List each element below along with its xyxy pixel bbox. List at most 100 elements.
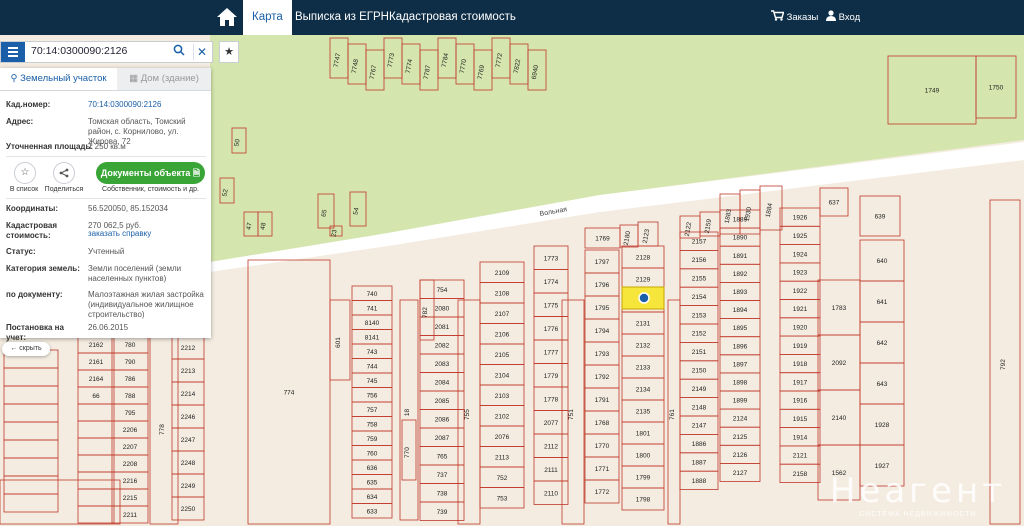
parcel-boundary[interactable] — [3, 493, 59, 513]
parcel-number: 1915 — [793, 416, 808, 423]
land-plot-icon: ⚲ — [10, 73, 18, 84]
favorite-star-button[interactable]: ★ — [219, 41, 239, 63]
parcel-number: 780 — [125, 342, 136, 349]
share-icon[interactable] — [53, 162, 75, 184]
cad-number-value[interactable]: 70:14:0300090:2126 — [88, 100, 206, 110]
parcel-number: 2213 — [181, 368, 196, 375]
login-label: Вход — [838, 12, 861, 23]
status-value: Учтенный — [88, 247, 125, 256]
parcel-number: 765 — [437, 453, 448, 460]
status-row: Статус: Учтенный — [6, 247, 206, 257]
parcel-boundary[interactable] — [3, 475, 59, 495]
parcel-number: 1792 — [595, 374, 610, 381]
tab-map[interactable]: Карта — [243, 0, 292, 35]
parcel-number: 635 — [367, 479, 378, 486]
parcel-number: 2103 — [495, 393, 510, 400]
object-documents-button[interactable]: Документы объекта 🗎 — [96, 162, 205, 184]
parcel-number: 636 — [367, 465, 378, 472]
parcel-number: 643 — [877, 381, 888, 388]
parcel-number: 2161 — [89, 359, 104, 366]
parcel-number: 2159 — [704, 218, 713, 234]
parcel-number: 1921 — [793, 306, 808, 313]
collapse-panel-button[interactable]: ← скрыть — [2, 342, 50, 356]
menu-button[interactable] — [1, 42, 25, 62]
parcel-number: 1925 — [793, 233, 808, 240]
parcel-number: 759 — [367, 436, 378, 443]
parcel-number: 2102 — [495, 413, 510, 420]
search-input[interactable]: 70:14:0300090:2126 — [31, 45, 127, 57]
parcel-boundary[interactable] — [77, 454, 115, 473]
use-label: по документу: — [6, 290, 63, 299]
parcel-number: 2152 — [692, 331, 707, 338]
parcel-number: 2081 — [435, 324, 450, 331]
parcel-boundary[interactable] — [3, 421, 59, 441]
home-icon[interactable] — [216, 6, 238, 28]
parcel-number: 1897 — [733, 361, 748, 368]
parcel-number: 1783 — [832, 305, 847, 312]
parcel-number: 1923 — [793, 270, 808, 277]
category-value: Земли поселений (земли населенных пункто… — [88, 264, 182, 283]
parcel-number: 2207 — [123, 444, 138, 451]
orders-button[interactable]: Заказы — [771, 0, 818, 35]
parcel-number: 8141 — [365, 334, 380, 341]
parcel-number: 1779 — [544, 373, 559, 380]
panel-tabs: ⚲ Земельный участок ▦ Дом (здание) — [0, 68, 211, 91]
add-to-list-label[interactable]: В список — [6, 186, 42, 193]
parcel-number: 2125 — [733, 434, 748, 441]
parcel-number: 2087 — [435, 435, 450, 442]
parcel-number: 2092 — [832, 360, 847, 367]
tab-house[interactable]: ▦ Дом (здание) — [117, 68, 211, 90]
use-row: по документу: Малоэтажная жилая застройк… — [6, 290, 206, 320]
parcel-number: 1770 — [595, 443, 610, 450]
tab-land-plot[interactable]: ⚲ Земельный участок — [0, 68, 117, 90]
parcel-number: 2111 — [544, 467, 558, 474]
parcel-boundary[interactable] — [3, 439, 59, 459]
parcel-number: 1799 — [636, 475, 651, 482]
login-button[interactable]: Вход — [826, 0, 860, 35]
parcel-number: 1890 — [733, 235, 748, 242]
share-label[interactable]: Поделиться — [44, 186, 84, 193]
area-row: Уточненная площадь: 1 250 кв.м — [6, 142, 206, 152]
registration-value: 26.06.2015 — [88, 323, 129, 332]
parcel-boundary[interactable] — [3, 403, 59, 423]
parcel-number: 2076 — [495, 434, 510, 441]
parcel-boundary[interactable] — [77, 488, 115, 507]
parcel-boundary[interactable] — [77, 420, 115, 439]
tab-cadastral-cost[interactable]: Кадастровая стоимость — [380, 0, 525, 35]
parcel-boundary[interactable] — [77, 505, 115, 524]
parcel-number: 1924 — [793, 251, 808, 258]
parcel-number: 2133 — [636, 365, 651, 372]
order-certificate-link[interactable]: заказать справку — [88, 229, 206, 239]
parcel-number: 1800 — [636, 453, 651, 460]
parcel-number: 1886 — [692, 441, 707, 448]
parcel-number: 1895 — [733, 325, 748, 332]
parcel-boundary[interactable] — [3, 457, 59, 477]
parcel-number: 1919 — [793, 343, 808, 350]
parcel-number: 1769 — [595, 236, 610, 243]
search-icon[interactable] — [171, 44, 187, 60]
parcel-number: 757 — [367, 407, 378, 414]
parcel-number: 2086 — [435, 416, 450, 423]
parcel-number: 2129 — [636, 277, 651, 284]
clear-icon[interactable]: ✕ — [193, 44, 210, 60]
add-to-list-star-icon[interactable]: ☆ — [14, 162, 36, 184]
cad-number-label: Кад.номер: — [6, 100, 51, 109]
registration-label: Постановка на учет: — [6, 323, 64, 342]
parcel-number: 1917 — [793, 379, 808, 386]
parcel-number: 2085 — [435, 398, 450, 405]
parcel-number: 790 — [125, 359, 136, 366]
parcel-number: 2149 — [692, 386, 707, 393]
parcel-boundary[interactable] — [77, 403, 115, 422]
parcel-number: 2206 — [123, 427, 138, 434]
parcel-boundary[interactable] — [3, 367, 59, 387]
parcel-boundary[interactable] — [77, 437, 115, 456]
parcel-number: 751 — [568, 409, 575, 420]
cost-label: Кадастровая стоимость: — [6, 221, 58, 240]
location-marker-icon[interactable] — [638, 292, 650, 304]
documents-subtitle: Собственник, стоимость и др. — [102, 186, 199, 193]
parcel-boundary[interactable] — [0, 479, 121, 525]
use-value: Малоэтажная жилая застройка (индивидуаль… — [88, 290, 204, 319]
parcel-boundary[interactable] — [3, 385, 59, 405]
parcel-number: 1894 — [733, 307, 748, 314]
parcel-boundary[interactable] — [77, 471, 115, 490]
